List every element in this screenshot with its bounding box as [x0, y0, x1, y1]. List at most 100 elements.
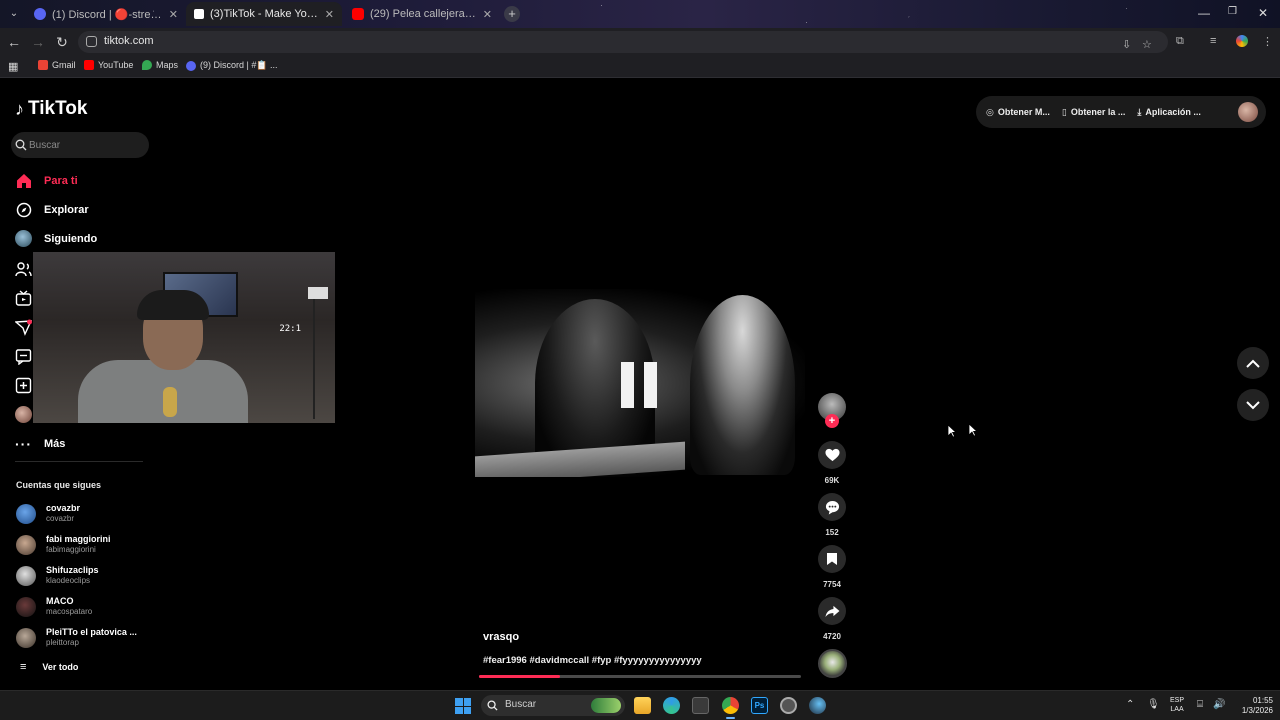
- browser-menu-icon[interactable]: ⋮: [1262, 35, 1273, 48]
- nav-label: Siguiendo: [44, 232, 98, 245]
- next-video-button[interactable]: [1237, 389, 1269, 421]
- upload-plus-icon[interactable]: [15, 377, 32, 394]
- account-name: Shifuzaclips: [46, 565, 99, 575]
- bookmark-gmail[interactable]: Gmail: [38, 60, 76, 70]
- previous-video-button[interactable]: [1237, 347, 1269, 379]
- get-coins-button[interactable]: ◎ Obtener M...: [986, 107, 1050, 118]
- get-app-button[interactable]: ▯ Obtener la ...: [1062, 107, 1125, 118]
- webcam-overlay: 22:1: [33, 252, 335, 423]
- tiktok-logo[interactable]: ♪ TikTok: [15, 98, 87, 120]
- site-info-icon[interactable]: [86, 36, 97, 47]
- following-account[interactable]: fabi maggiorini fabimaggiorini: [16, 534, 111, 555]
- language-indicator[interactable]: ESP LAA: [1170, 696, 1184, 714]
- url-text: tiktok.com: [104, 35, 154, 47]
- friends-icon[interactable]: [15, 261, 32, 278]
- file-explorer-icon[interactable]: [634, 697, 651, 714]
- pause-icon[interactable]: [621, 362, 661, 408]
- more-dots-icon: ···: [15, 436, 32, 452]
- coin-icon: ◎: [986, 106, 994, 117]
- bookmark-maps[interactable]: Maps: [142, 60, 178, 70]
- reload-icon[interactable]: ↻: [54, 34, 70, 51]
- taskbar-search[interactable]: Buscar: [481, 695, 625, 716]
- compass-icon: [15, 201, 32, 218]
- nav-mas[interactable]: ··· Más: [15, 436, 65, 452]
- store-icon[interactable]: [692, 697, 709, 714]
- following-title: Cuentas que sigues: [16, 480, 102, 490]
- follow-plus-icon[interactable]: +: [825, 414, 839, 428]
- following-avatar-icon: [15, 230, 32, 247]
- bookmark-star-icon[interactable]: ☆: [1142, 38, 1152, 51]
- like-count: 69K: [824, 476, 840, 485]
- network-icon[interactable]: ⌸: [1197, 699, 1203, 710]
- account-avatar: [16, 503, 36, 524]
- maximize-icon[interactable]: ❐: [1228, 6, 1237, 17]
- system-clock[interactable]: 01:55 1/3/2026: [1231, 696, 1273, 716]
- close-tab-icon[interactable]: ✕: [169, 8, 178, 21]
- volume-icon[interactable]: 🔊: [1213, 699, 1225, 710]
- close-tab-icon[interactable]: ✕: [325, 8, 334, 21]
- inbox-icon[interactable]: [15, 348, 32, 365]
- extensions-icon[interactable]: ⧉: [1176, 35, 1184, 48]
- nav-explorar[interactable]: Explorar: [15, 201, 89, 218]
- nav-siguiendo[interactable]: Siguiendo: [15, 230, 97, 247]
- messages-send-icon[interactable]: [15, 319, 32, 336]
- edge-icon[interactable]: [663, 697, 680, 714]
- comment-button[interactable]: [818, 493, 846, 521]
- save-button[interactable]: [818, 545, 846, 573]
- following-account[interactable]: Shifuzaclips klaodeoclips: [16, 565, 99, 586]
- chrome-icon[interactable]: [722, 697, 739, 719]
- see-all-link[interactable]: ≡ Ver todo: [20, 661, 78, 673]
- user-avatar[interactable]: [1238, 102, 1258, 122]
- apps-grid-icon[interactable]: ▦: [8, 60, 18, 73]
- close-tab-icon[interactable]: ✕: [483, 8, 492, 21]
- following-account[interactable]: PleiTTo el patovica ... pleittorap: [16, 627, 137, 648]
- search-input[interactable]: [29, 136, 139, 154]
- video-progress-bar[interactable]: [479, 675, 801, 678]
- tab-youtube[interactable]: (29) Pelea callejera - YouTube ✕: [344, 2, 500, 26]
- search-highlight-image: [591, 698, 621, 713]
- obs-icon[interactable]: [780, 697, 797, 714]
- logo-text: TikTok: [28, 98, 88, 119]
- video-caption[interactable]: #fear1996 #davidmccall #fyp #fyyyyyyyyyy…: [483, 655, 702, 666]
- photoshop-icon[interactable]: Ps: [751, 697, 768, 714]
- live-tv-icon[interactable]: [15, 290, 32, 307]
- minimize-icon[interactable]: —: [1198, 6, 1210, 20]
- sidebar-divider: [15, 461, 143, 462]
- music-disc-icon[interactable]: [818, 649, 847, 678]
- like-button[interactable]: [818, 441, 846, 469]
- desktop-app-button[interactable]: ⤓ Aplicación ...: [1137, 107, 1201, 118]
- mouse-cursor-icon: [968, 423, 978, 437]
- tab-discord[interactable]: (1) Discord | 🔴-stream-live ✕: [26, 2, 186, 26]
- video-author[interactable]: vrasqo: [483, 631, 519, 643]
- taskbar-search-label: Buscar: [505, 699, 537, 710]
- comment-count: 152: [825, 528, 839, 537]
- youtube-icon: [84, 60, 94, 70]
- address-bar[interactable]: tiktok.com ⇩ ☆: [78, 31, 1168, 53]
- forward-icon[interactable]: →: [30, 34, 46, 50]
- following-account[interactable]: covazbr covazbr: [16, 503, 80, 524]
- microphone-icon[interactable]: 🎙: [1147, 699, 1160, 710]
- following-account[interactable]: MACO macospataro: [16, 596, 92, 617]
- close-window-icon[interactable]: ✕: [1258, 6, 1268, 20]
- tab-tiktok[interactable]: (3)TikTok - Make Your Day ✕: [186, 2, 342, 26]
- new-tab-button[interactable]: +: [504, 6, 520, 22]
- share-button[interactable]: [818, 597, 846, 625]
- windows-start-icon[interactable]: [455, 698, 471, 714]
- bookmark-youtube[interactable]: YouTube: [84, 60, 133, 70]
- tab-search-menu-icon[interactable]: ⌄: [6, 6, 22, 22]
- back-icon[interactable]: ←: [6, 34, 22, 50]
- top-actions-bar: ◎ Obtener M... ▯ Obtener la ... ⤓ Aplica…: [976, 96, 1266, 128]
- account-avatar: [16, 565, 36, 586]
- install-app-icon[interactable]: ⇩: [1122, 38, 1131, 51]
- steam-icon[interactable]: [809, 697, 826, 714]
- account-name: PleiTTo el patovica ...: [46, 627, 137, 637]
- profile-icon[interactable]: [1236, 35, 1248, 47]
- tray-overflow-icon[interactable]: ⌃: [1126, 699, 1134, 710]
- mouse-cursor-icon: [947, 424, 957, 438]
- account-avatar: [16, 534, 36, 555]
- media-controls-icon[interactable]: ≡: [1210, 35, 1216, 47]
- account-handle: covazbr: [46, 514, 75, 523]
- bookmark-discord[interactable]: (9) Discord | #📋 ...: [186, 60, 278, 71]
- nav-para-ti[interactable]: Para ti: [15, 172, 78, 189]
- profile-avatar-icon[interactable]: [15, 406, 32, 423]
